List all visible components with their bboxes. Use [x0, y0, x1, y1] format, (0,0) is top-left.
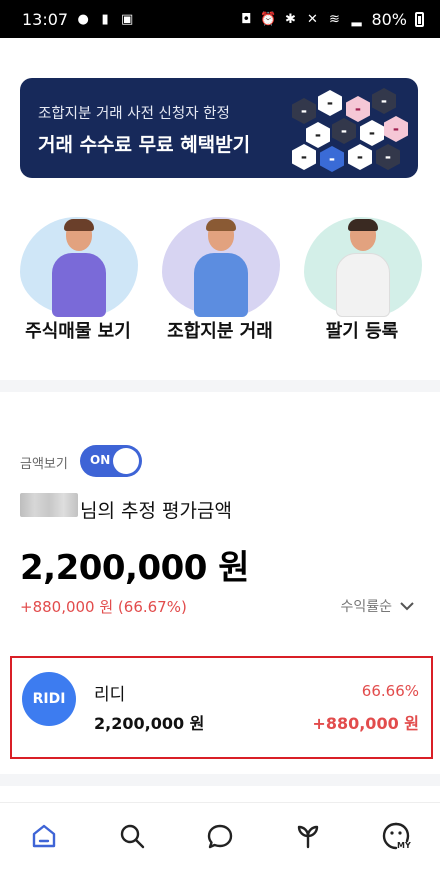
category-label: 팔기 등록	[325, 321, 399, 342]
alarm-icon: ⏰	[260, 11, 277, 27]
amount-toggle-label: 금액보기	[20, 457, 68, 472]
logo-hex-icon: ▬	[372, 88, 396, 114]
person-hair	[64, 219, 94, 231]
logo-hex-icon: ▬	[292, 144, 316, 170]
status-time: 13:07	[22, 9, 69, 29]
category-label: 주식매물 보기	[25, 321, 131, 342]
status-left: 13:07 ● ▮ ▣	[22, 10, 134, 29]
nav-my[interactable]: MY	[374, 814, 418, 858]
promo-banner[interactable]: 조합지분 거래 사전 신청자 한정 거래 수수료 무료 혜택받기 ▬ ▬ ▬ ▬…	[20, 78, 418, 178]
logo-hex-icon: ▬	[348, 144, 372, 170]
blurred-user-name	[20, 493, 78, 517]
search-icon	[120, 824, 145, 849]
logo-hex-icon: ▬	[320, 146, 344, 172]
category-union-share-trading[interactable]: 조합지분 거래	[156, 215, 284, 345]
signal-icon: ▂	[351, 11, 362, 27]
total-amount: 2,200,000 원	[20, 548, 250, 588]
mute-icon: ✕	[306, 11, 318, 27]
estimated-value-title: 님의 추정 평가금액	[80, 500, 232, 522]
sort-label: 수익률순	[340, 599, 392, 615]
logo-hex-icon: ▬	[360, 120, 384, 146]
company-logo: RIDI	[22, 672, 76, 726]
section-divider	[0, 380, 440, 392]
company-logos-illustration: ▬ ▬ ▬ ▬ ▬ ▬ ▬ ▬ ▬ ▬ ▬ ▬	[288, 88, 408, 172]
bluetooth-icon: ✱	[284, 11, 296, 27]
toggle-knob	[113, 448, 139, 474]
toggle-state-text: ON	[90, 453, 111, 467]
category-stock-listings[interactable]: 주식매물 보기	[14, 215, 142, 345]
holding-name: 리디	[94, 685, 126, 705]
logo-hex-icon: ▬	[346, 96, 370, 122]
my-label: MY	[397, 841, 411, 850]
holding-card-ridi[interactable]: RIDI 리디 2,200,000 원 66.66% +880,000 원	[10, 656, 433, 759]
person-illustration-icon	[48, 219, 110, 317]
logo-hex-icon: ▬	[376, 144, 400, 170]
nav-search[interactable]	[110, 814, 154, 858]
clipboard-icon: ▮	[101, 11, 109, 27]
wifi-icon: ≋	[328, 11, 340, 27]
category-sell-registration[interactable]: 팔기 등록	[298, 215, 426, 345]
banner-subtitle: 조합지분 거래 사전 신청자 한정	[38, 106, 230, 122]
my-icon: MY	[382, 822, 411, 850]
status-bar: 13:07 ● ▮ ▣ ◘ ⏰ ✱ ✕ ≋ ▂ 80%	[0, 0, 440, 38]
chat-icon	[207, 824, 233, 849]
total-change: +880,000 원 (66.67%)	[20, 598, 187, 616]
person-illustration-icon	[190, 219, 252, 317]
person-hair	[206, 219, 236, 231]
sprout-icon	[297, 825, 319, 849]
home-icon	[32, 824, 56, 848]
amount-visibility-toggle[interactable]: ON	[80, 445, 142, 477]
holding-percent: 66.66%	[361, 682, 419, 700]
bottom-navigation: MY	[0, 802, 440, 869]
notification-icon: ●	[77, 11, 89, 27]
nav-home[interactable]	[22, 814, 66, 858]
person-hair	[348, 219, 378, 231]
nav-chat[interactable]	[198, 814, 242, 858]
lock-icon: ◘	[241, 11, 252, 27]
person-torso	[194, 253, 248, 317]
holding-value: 2,200,000 원	[94, 714, 205, 733]
nav-sprout[interactable]	[286, 814, 330, 858]
logo-hex-icon: ▬	[384, 116, 408, 142]
category-label: 조합지분 거래	[167, 321, 273, 342]
section-divider	[0, 774, 440, 786]
battery-icon	[415, 11, 424, 27]
holding-change: +880,000 원	[312, 714, 419, 733]
logo-hex-icon: ▬	[332, 118, 356, 144]
logo-hex-icon: ▬	[318, 90, 342, 116]
sort-dropdown[interactable]: 수익률순	[340, 596, 414, 616]
person-illustration-icon	[332, 219, 394, 317]
banner-title: 거래 수수료 무료 혜택받기	[38, 134, 251, 156]
chevron-down-icon	[400, 601, 414, 610]
logo-hex-icon: ▬	[306, 122, 330, 148]
person-torso	[336, 253, 390, 317]
gallery-icon: ▣	[120, 11, 134, 27]
logo-hex-icon: ▬	[292, 98, 316, 124]
person-torso	[52, 253, 106, 317]
battery-percent: 80%	[371, 9, 407, 29]
status-right: ◘ ⏰ ✱ ✕ ≋ ▂ 80%	[239, 10, 424, 29]
